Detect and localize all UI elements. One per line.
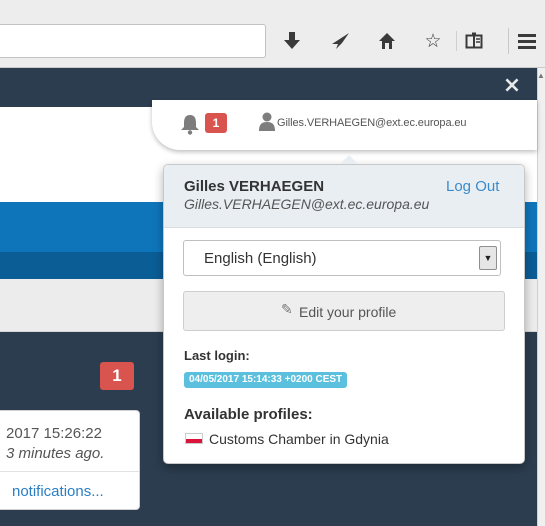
chevron-down-icon[interactable]: ▼ — [479, 246, 497, 270]
poland-flag-icon — [185, 433, 203, 444]
user-full-name: Gilles VERHAEGEN — [184, 178, 325, 195]
close-icon[interactable]: × — [500, 74, 524, 98]
scrollbar[interactable] — [537, 68, 545, 526]
reading-list-icon[interactable] — [461, 28, 487, 54]
user-email: Gilles.VERHAEGEN@ext.ec.europa.eu — [184, 196, 430, 212]
user-icon — [259, 111, 275, 133]
scroll-up-icon[interactable]: ▲ — [537, 72, 545, 80]
bell-count-badge[interactable]: 1 — [205, 113, 227, 133]
menu-icon[interactable] — [514, 28, 540, 54]
divider — [0, 471, 139, 472]
all-notifications-link[interactable]: notifications... — [12, 483, 104, 500]
last-login-label: Last login: — [184, 348, 250, 363]
address-bar[interactable] — [0, 24, 266, 58]
edit-profile-label: Edit your profile — [299, 304, 397, 320]
available-profiles-label: Available profiles: — [184, 406, 313, 423]
star-icon[interactable]: ☆ — [420, 28, 446, 54]
toolbar-divider — [508, 28, 509, 54]
notification-time: 2017 15:26:22 — [6, 425, 102, 442]
edit-icon: ✎ — [281, 302, 293, 318]
notification-count-badge: 1 — [100, 362, 134, 390]
bell-icon[interactable] — [180, 113, 200, 135]
home-icon[interactable] — [374, 28, 400, 54]
logout-link[interactable]: Log Out — [446, 178, 499, 195]
profile-item[interactable]: Customs Chamber in Gdynia — [209, 431, 389, 447]
toolbar-divider — [456, 31, 457, 51]
notification-card: 2017 15:26:22 3 minutes ago. notificatio… — [0, 410, 140, 510]
last-login-badge: 04/05/2017 15:14:33 +0200 CEST — [184, 372, 348, 388]
send-icon[interactable] — [327, 28, 353, 54]
notification-ago: 3 minutes ago. — [6, 445, 105, 462]
download-icon[interactable] — [279, 28, 305, 54]
popup-caret — [340, 155, 358, 164]
language-selected-value: English (English) — [204, 250, 317, 267]
user-menu-toggle[interactable]: Gilles.VERHAEGEN@ext.ec.europa.eu — [277, 117, 467, 129]
